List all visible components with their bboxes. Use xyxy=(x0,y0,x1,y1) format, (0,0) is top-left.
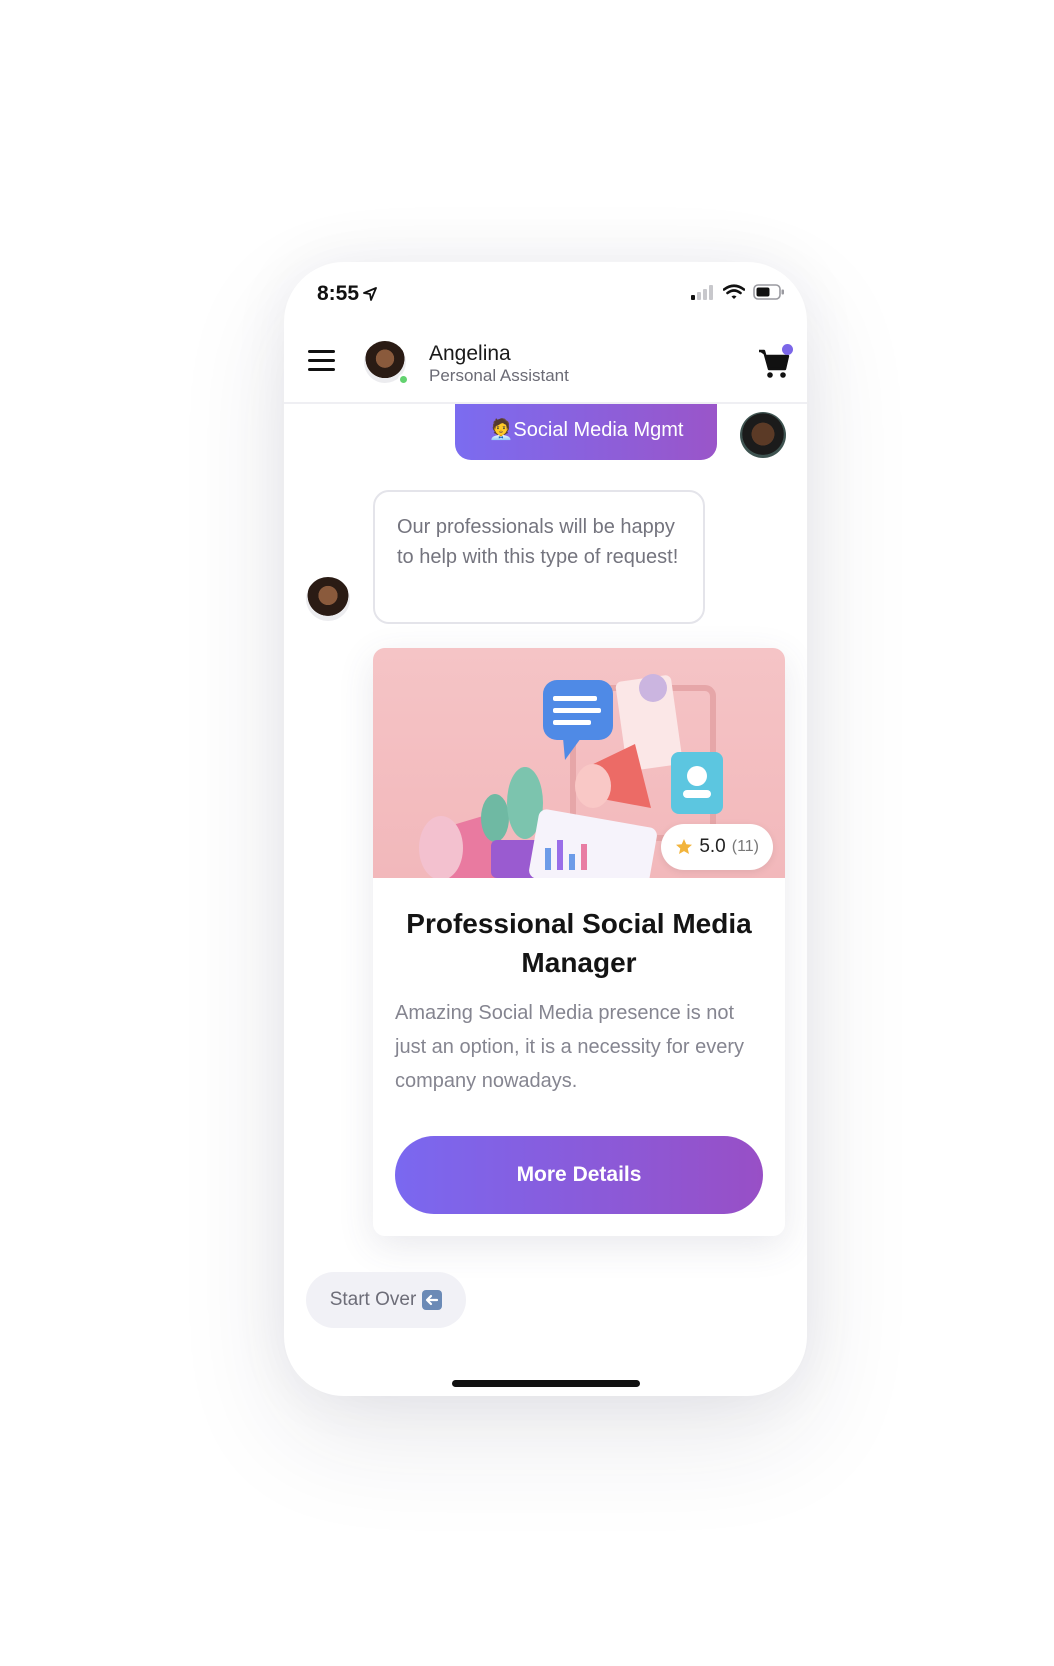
wifi-icon xyxy=(723,284,745,299)
status-time: 8:55 xyxy=(317,282,377,306)
service-illustration: 5.0 (11) xyxy=(373,648,785,878)
cart-badge xyxy=(782,344,793,355)
online-status-dot xyxy=(398,374,409,385)
location-arrow-icon xyxy=(363,287,377,301)
user-message-bubble: 🧑‍💼Social Media Mgmt xyxy=(455,404,717,460)
chat-header: Angelina Personal Assistant xyxy=(284,324,807,404)
cellular-signal-icon xyxy=(691,285,713,300)
battery-icon xyxy=(753,284,784,300)
agent-role: Personal Assistant xyxy=(429,366,569,385)
status-time-text: 8:55 xyxy=(317,282,360,305)
service-title: Professional Social Media Manager xyxy=(406,908,752,978)
rating-count: (11) xyxy=(731,838,759,855)
service-description: Amazing Social Media presence is not jus… xyxy=(395,1002,745,1092)
user-avatar xyxy=(740,412,786,458)
bot-message-bubble: Our professionals will be happy to help … xyxy=(373,490,705,624)
star-icon xyxy=(676,839,693,854)
rating-badge: 5.0 (11) xyxy=(661,824,773,870)
status-indicators xyxy=(691,284,785,300)
phone-frame: 8:55 Angelina Personal Assistant xyxy=(284,262,807,1396)
more-details-button[interactable]: More Details xyxy=(395,1136,763,1214)
hamburger-menu-icon[interactable] xyxy=(308,350,336,372)
bot-avatar xyxy=(306,577,350,621)
back-arrow-icon xyxy=(422,1290,443,1310)
home-indicator xyxy=(452,1380,640,1387)
start-over-button[interactable]: Start Over xyxy=(306,1272,466,1328)
service-card[interactable]: 5.0 (11) Professional Social Media Manag… xyxy=(373,648,785,1236)
rating-value: 5.0 xyxy=(699,836,726,857)
start-over-label: Start Over xyxy=(329,1289,417,1310)
agent-name: Angelina xyxy=(429,342,511,365)
